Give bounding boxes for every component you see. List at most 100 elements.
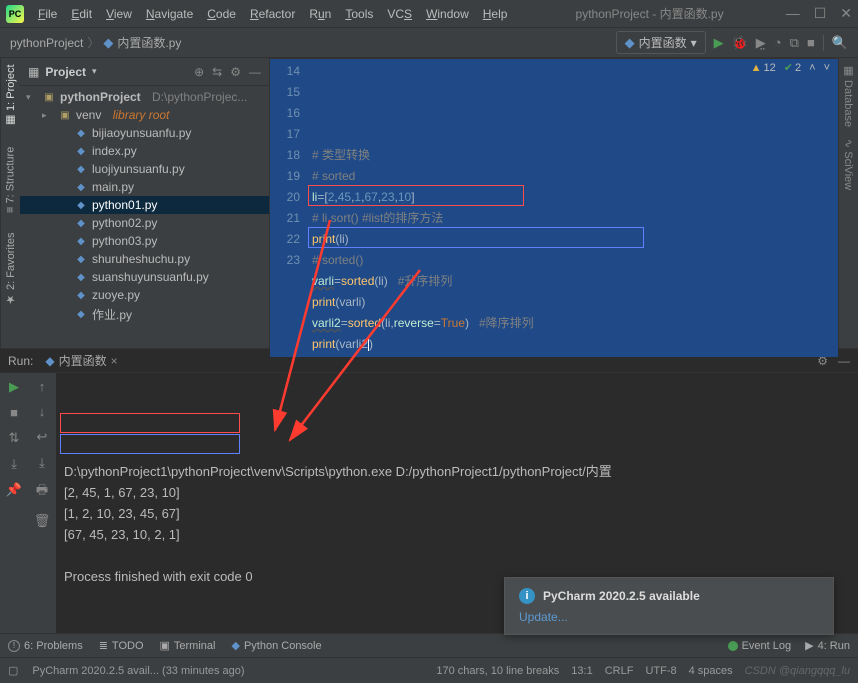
tree-root[interactable]: ▾▣ pythonProject D:\pythonProjec...	[20, 88, 269, 106]
tree-file[interactable]: ◆luojiyunsuanfu.py	[20, 160, 269, 178]
project-tree[interactable]: ▾▣ pythonProject D:\pythonProjec... ▸▣ v…	[20, 86, 269, 348]
concurrency-button[interactable]: ⧉	[790, 35, 799, 51]
inspection-chevron-icon[interactable]: ˄	[809, 62, 815, 74]
inspection-chevron-icon[interactable]: ˅	[824, 62, 830, 74]
tree-file[interactable]: ◆suanshuyunsuanfu.py	[20, 268, 269, 286]
tree-file[interactable]: ◆shuruheshuchu.py	[20, 250, 269, 268]
profile-button[interactable]: ◔	[774, 35, 782, 50]
update-link[interactable]: Update...	[519, 610, 568, 624]
tool-tab-project[interactable]: ▦ 1: Project	[4, 64, 17, 127]
menu-view[interactable]: View	[100, 5, 138, 23]
update-notification[interactable]: iPyCharm 2020.2.5 available Update...	[504, 577, 834, 635]
clear-button[interactable]: 🗑	[34, 513, 51, 529]
tool-tab-structure[interactable]: ≡ 7: Structure	[5, 147, 17, 213]
python-icon: ◆	[45, 354, 54, 368]
python-file-icon: ◆	[74, 198, 88, 212]
project-panel-title[interactable]: Project	[45, 65, 86, 79]
coverage-button[interactable]: ▶̤	[756, 35, 766, 51]
tool-tab-sciview[interactable]: ∿ SciView	[842, 139, 855, 190]
python-file-icon: ◆	[74, 234, 88, 248]
python-file-icon: ◆	[74, 144, 88, 158]
status-indent[interactable]: 4 spaces	[689, 665, 733, 677]
project-view-icon: ▦	[28, 65, 39, 79]
tree-file[interactable]: ◆python02.py	[20, 214, 269, 232]
run-tab[interactable]: ◆ 内置函数 ×	[39, 350, 123, 371]
soft-wrap-button[interactable]: ↩	[37, 429, 48, 445]
run-config-selector[interactable]: ◆ 内置函数 ▾	[616, 31, 706, 54]
editor-body[interactable]: ▲12 ✔2 ˄˅ 14151617181920212223 # 类型转换# s…	[270, 59, 838, 357]
down-button[interactable]: ↓	[39, 404, 46, 419]
close-button[interactable]: ✕	[840, 5, 852, 22]
close-icon[interactable]: ×	[111, 354, 118, 368]
tab-terminal[interactable]: ▣ Terminal	[160, 639, 216, 652]
tab-problems[interactable]: !6: Problems	[8, 640, 83, 652]
menu-help[interactable]: Help	[477, 5, 514, 23]
tree-file[interactable]: ◆zuoye.py	[20, 286, 269, 304]
status-icon[interactable]: ▢	[8, 664, 18, 677]
inspection-hints[interactable]: 2	[795, 62, 801, 74]
tree-file[interactable]: ◆main.py	[20, 178, 269, 196]
tool-tab-favorites[interactable]: ★ 2: Favorites	[4, 233, 17, 307]
maximize-button[interactable]: ☐	[814, 5, 827, 22]
tree-file[interactable]: ◆python03.py	[20, 232, 269, 250]
print-button[interactable]: 🖶	[36, 481, 48, 503]
menu-refactor[interactable]: Refactor	[244, 5, 301, 23]
project-panel: ▦ Project ▾ ⊕ ⇆ ⚙ — ▾▣ pythonProject D:\…	[20, 58, 270, 348]
tree-file[interactable]: ◆python01.py	[20, 196, 269, 214]
inspection-warnings[interactable]: 12	[764, 62, 776, 74]
menu-window[interactable]: Window	[420, 5, 475, 23]
status-message[interactable]: PyCharm 2020.2.5 avail... (33 minutes ag…	[32, 665, 244, 677]
locate-icon[interactable]: ⊕	[194, 65, 204, 79]
hide-icon[interactable]: —	[838, 354, 850, 368]
tree-file[interactable]: ◆作业.py	[20, 304, 269, 325]
python-file-icon: ◆	[74, 288, 88, 302]
menu-vcs[interactable]: VCS	[381, 5, 418, 23]
hide-icon[interactable]: —	[249, 65, 261, 79]
folder-icon: ▣	[58, 108, 72, 122]
rerun-button[interactable]: ▶	[9, 379, 19, 395]
menu-run[interactable]: Run	[303, 5, 337, 23]
tab-event-log[interactable]: Event Log	[728, 639, 792, 652]
menu-file[interactable]: File	[32, 5, 63, 23]
minimize-button[interactable]: —	[786, 5, 800, 22]
status-eol[interactable]: CRLF	[605, 665, 634, 677]
python-icon: ◆	[625, 35, 635, 51]
run-button[interactable]: ▶	[714, 35, 724, 51]
tab-run[interactable]: ▶ 4: Run	[805, 639, 850, 652]
tree-file[interactable]: ◆index.py	[20, 142, 269, 160]
tab-python-console[interactable]: ◆ Python Console	[231, 639, 321, 652]
status-position[interactable]: 13:1	[571, 665, 592, 677]
chevron-down-icon: ▾	[691, 36, 697, 50]
gear-icon[interactable]: ⚙	[230, 65, 241, 79]
breadcrumb-project[interactable]: pythonProject	[10, 36, 83, 50]
gutter[interactable]: 14151617181920212223	[270, 59, 308, 357]
up-button[interactable]: ↑	[39, 379, 46, 394]
chevron-down-icon[interactable]: ▾	[92, 66, 97, 77]
stop-button[interactable]: ■	[807, 35, 815, 50]
tree-venv[interactable]: ▸▣ venv library root	[20, 106, 269, 124]
menu-navigate[interactable]: Navigate	[140, 5, 199, 23]
python-file-icon: ◆	[74, 126, 88, 140]
bottom-tool-tabs: !6: Problems ≣ TODO ▣ Terminal ◆ Python …	[0, 633, 858, 657]
scroll-end-button[interactable]: ⤓	[39, 455, 45, 471]
search-everywhere-button[interactable]: 🔍	[832, 35, 848, 51]
code-area[interactable]: # 类型转换# sortedli=[2,45,1,67,23,10]# li.s…	[308, 59, 838, 357]
tree-file[interactable]: ◆bijiaoyunsuanfu.py	[20, 124, 269, 142]
debug-button[interactable]: 🐞	[732, 35, 748, 51]
pin-button[interactable]: 📌	[6, 482, 22, 498]
menu-edit[interactable]: Edit	[65, 5, 98, 23]
tab-todo[interactable]: ≣ TODO	[99, 639, 144, 652]
python-file-icon: ◆	[74, 308, 88, 322]
menu-code[interactable]: Code	[201, 5, 242, 23]
status-bar: ▢ PyCharm 2020.2.5 avail... (33 minutes …	[0, 657, 858, 683]
status-encoding[interactable]: UTF-8	[645, 665, 676, 677]
stop-button[interactable]: ■	[10, 405, 18, 420]
menu-tools[interactable]: Tools	[339, 5, 379, 23]
exit-button[interactable]: ⤓	[11, 456, 17, 472]
expand-icon[interactable]: ⇆	[212, 65, 222, 79]
python-file-icon: ◆	[74, 216, 88, 230]
run-tab-label: 内置函数	[59, 352, 107, 369]
layout-button[interactable]: ⇅	[9, 430, 20, 446]
tool-tab-database[interactable]: ▦ Database	[842, 64, 855, 127]
breadcrumb-file[interactable]: 内置函数.py	[117, 34, 181, 51]
